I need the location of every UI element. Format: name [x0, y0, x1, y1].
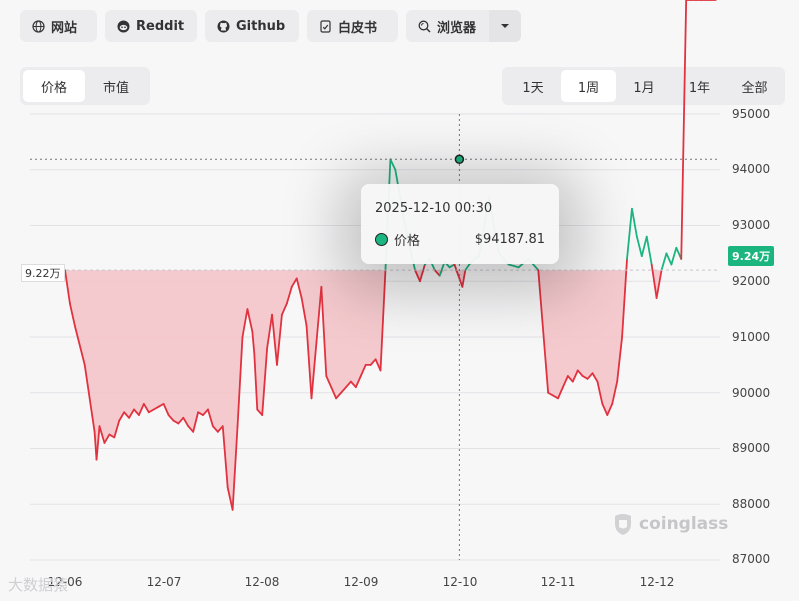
reference-price-tag: 9.22万: [21, 264, 65, 282]
x-tick-label: 12-09: [343, 575, 379, 589]
coinglass-logo-icon: [615, 514, 631, 535]
coinglass-watermark: coinglass: [612, 512, 728, 536]
price-line-segment: [660, 252, 668, 272]
y-tick-label: 93000: [732, 218, 771, 232]
price-area-fill: [65, 270, 682, 510]
chart-tooltip: 2025-12-10 00:30 价格 $94187.81: [361, 184, 559, 264]
y-tick-label: 87000: [732, 552, 771, 566]
y-tick-label: 89000: [732, 441, 771, 455]
x-tick-label: 12-07: [146, 575, 182, 589]
x-tick-label: 12-10: [442, 575, 478, 589]
price-line-segment: [626, 207, 633, 260]
y-tick-label: 90000: [732, 386, 771, 400]
price-line-segment: [645, 235, 653, 266]
price-line-segment: [635, 235, 643, 258]
y-tick-label: 92000: [732, 274, 771, 288]
price-line-segment: [665, 252, 673, 266]
x-tick-label: 12-12: [639, 575, 675, 589]
price-chart[interactable]: [0, 0, 799, 601]
tooltip-value: $94187.81: [474, 232, 545, 247]
hover-point-marker: [454, 154, 465, 165]
price-line-segment: [389, 158, 397, 171]
y-tick-label: 95000: [732, 107, 771, 121]
price-line-segment: [640, 235, 648, 258]
watermark-text: coinglass: [639, 514, 729, 534]
price-line-segment: [670, 246, 678, 266]
tooltip-series-name: 价格: [394, 234, 421, 249]
price-line-segment: [464, 263, 471, 272]
y-tick-label: 94000: [732, 162, 771, 176]
price-line-segment: [507, 263, 520, 269]
footer-watermark: 大数据猿: [8, 576, 69, 594]
y-tick-label: 91000: [732, 330, 771, 344]
x-tick-label: 12-08: [244, 575, 280, 589]
current-price-tag: 9.24万: [728, 246, 775, 266]
price-line-segment: [631, 207, 638, 238]
y-tick-label: 88000: [732, 497, 771, 511]
price-line-segment: [680, 0, 688, 260]
tooltip-datetime: 2025-12-10 00:30: [375, 201, 493, 216]
series-dot-icon: [375, 233, 388, 246]
x-tick-label: 12-11: [540, 575, 576, 589]
